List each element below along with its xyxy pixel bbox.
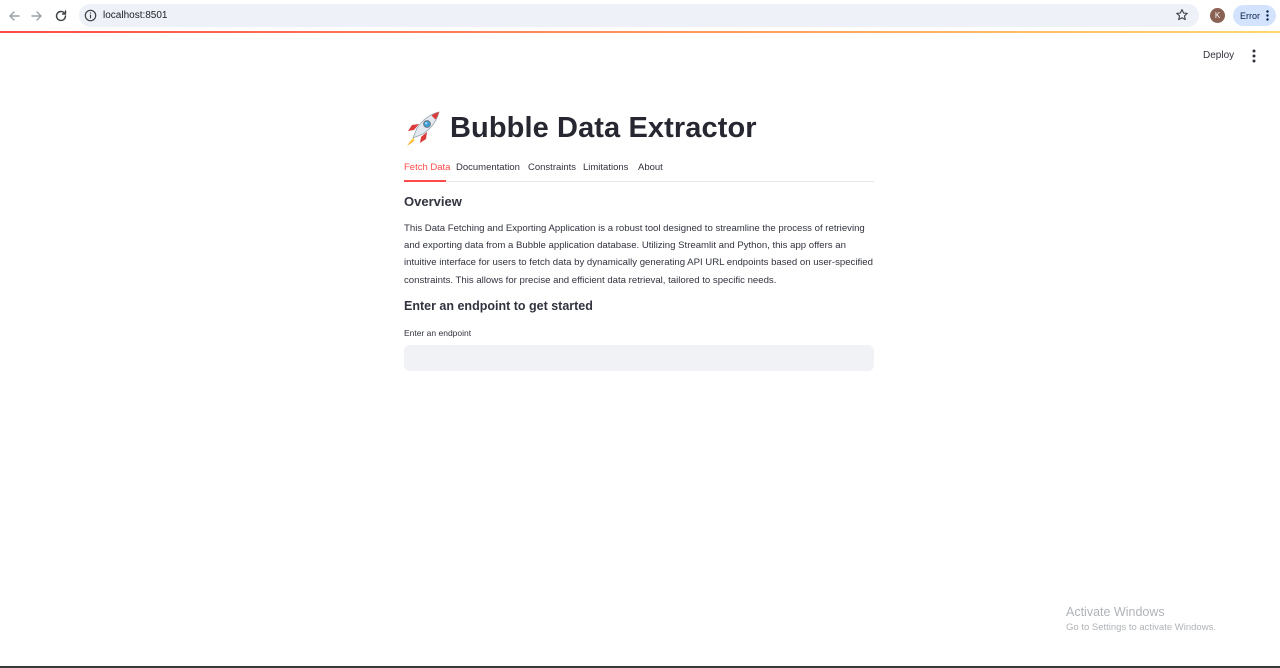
rocket-icon — [407, 111, 440, 146]
address-bar[interactable]: localhost:8501 — [79, 4, 1199, 27]
reload-button[interactable] — [51, 6, 71, 26]
overview-heading: Overview — [404, 194, 462, 209]
deploy-button[interactable]: Deploy — [1203, 47, 1234, 65]
tab-constraints[interactable]: Constraints — [528, 162, 576, 173]
activate-windows-watermark: Activate Windows Go to Settings to activ… — [1066, 604, 1216, 635]
profile-initial: K — [1214, 11, 1221, 20]
profile-avatar[interactable]: K — [1210, 8, 1225, 23]
tab-fetch-data[interactable]: Fetch Data — [404, 162, 450, 173]
forward-button[interactable] — [27, 6, 47, 26]
reload-icon — [55, 10, 67, 22]
tab-documentation[interactable]: Documentation — [456, 162, 520, 173]
tab-limitations[interactable]: Limitations — [583, 162, 628, 173]
back-button[interactable] — [4, 6, 24, 26]
endpoint-label: Enter an endpoint — [404, 328, 472, 338]
browser-error-chip[interactable]: Error — [1233, 5, 1276, 26]
tab-about[interactable]: About — [638, 162, 663, 173]
arrow-right-icon — [31, 11, 42, 21]
tab-bar: Fetch Data Documentation Constraints Lim… — [404, 158, 874, 182]
error-label: Error — [1240, 10, 1260, 21]
address-url[interactable]: localhost:8501 — [103, 8, 168, 23]
endpoint-input[interactable] — [404, 345, 874, 371]
browser-toolbar: localhost:8501 K Error — [0, 0, 1280, 31]
watermark-subtitle: Go to Settings to activate Windows. — [1066, 622, 1216, 633]
browser-menu-icon — [1266, 10, 1269, 21]
app-decoration-bar — [0, 31, 1280, 33]
site-info-icon[interactable] — [84, 9, 97, 22]
arrow-left-icon — [9, 11, 20, 21]
main-menu-icon[interactable] — [1248, 48, 1260, 64]
endpoint-heading: Enter an endpoint to get started — [404, 299, 593, 313]
page-title-text: Bubble Data Extractor — [450, 111, 757, 144]
page-title: Bubble Data Extractor — [404, 108, 757, 148]
bookmark-star-icon[interactable] — [1175, 8, 1189, 22]
overview-paragraph: This Data Fetching and Exporting Applica… — [404, 223, 873, 286]
active-tab-indicator — [404, 180, 446, 182]
watermark-title: Activate Windows — [1066, 605, 1165, 619]
